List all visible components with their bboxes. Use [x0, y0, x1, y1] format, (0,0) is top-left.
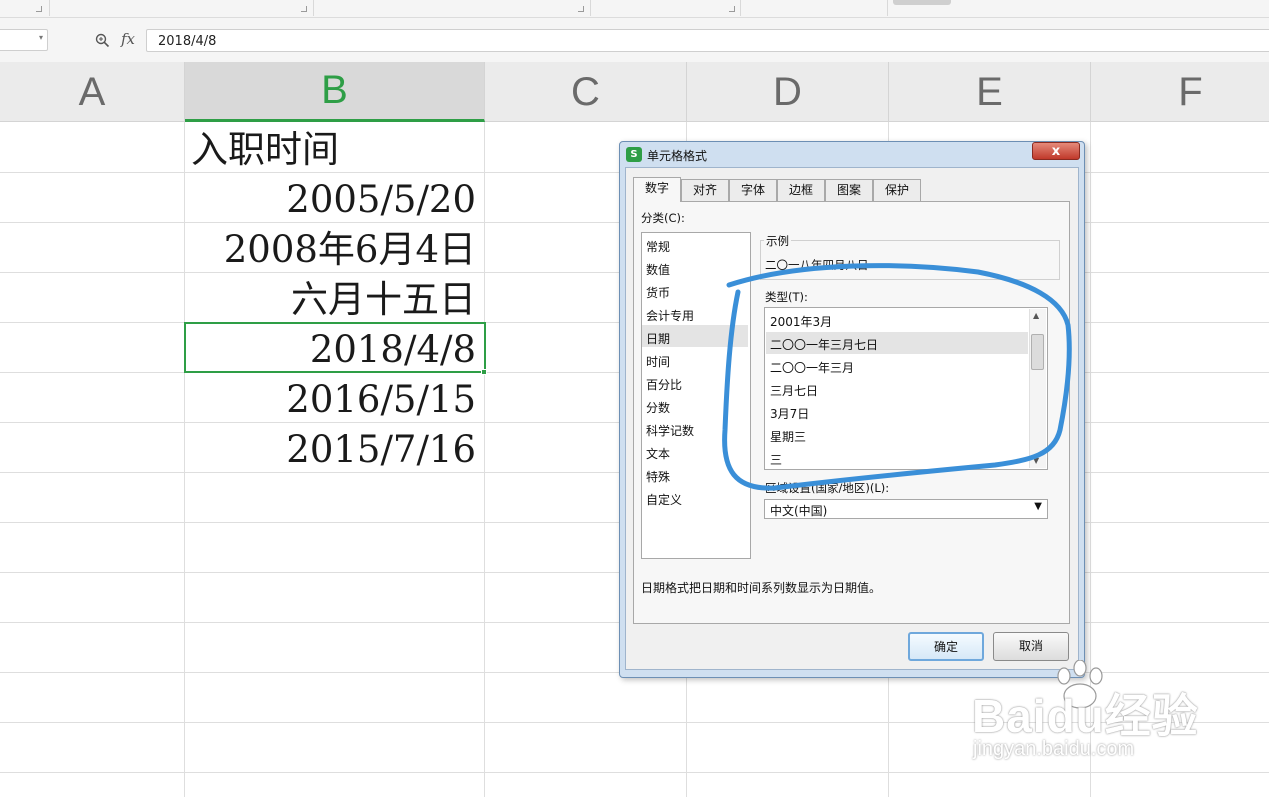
cell-b2[interactable]: 2005/5/20 — [286, 175, 476, 225]
type-item[interactable]: 星期三 — [770, 428, 806, 445]
type-item[interactable]: 3月7日 — [770, 405, 809, 422]
dialog-title: 单元格格式 — [647, 149, 708, 163]
scrollbar-thumb[interactable] — [1031, 334, 1044, 370]
ok-button[interactable]: 确定 — [908, 632, 984, 661]
tab-border[interactable]: 边框 — [777, 179, 825, 201]
ribbon-group-launcher[interactable] — [578, 6, 584, 12]
category-item[interactable]: 科学记数 — [646, 422, 694, 439]
zoom-icon[interactable] — [95, 33, 110, 48]
ribbon-divider — [740, 0, 741, 16]
scroll-up-icon[interactable]: ▲ — [1033, 311, 1039, 320]
sample-value: 二〇一八年四月八日 — [765, 258, 869, 272]
grid-line — [484, 122, 485, 797]
type-item-selected[interactable]: 二〇〇一年三月七日 — [770, 336, 878, 353]
grid-line — [0, 772, 1269, 773]
column-header-d[interactable]: D — [687, 62, 889, 122]
scroll-down-icon[interactable]: ▼ — [1033, 456, 1039, 465]
column-header-a[interactable]: A — [0, 62, 185, 122]
tab-font[interactable]: 字体 — [729, 179, 777, 201]
tab-protection[interactable]: 保护 — [873, 179, 921, 201]
tab-number[interactable]: 数字 — [633, 177, 681, 202]
close-button[interactable]: x — [1032, 142, 1080, 160]
ribbon-divider — [313, 0, 314, 16]
format-description: 日期格式把日期和时间系列数显示为日期值。 — [641, 581, 882, 595]
type-item[interactable]: 2001年3月 — [770, 313, 832, 330]
ribbon-divider — [590, 0, 591, 16]
type-label: 类型(T): — [765, 290, 808, 304]
chevron-down-icon[interactable]: ▾ — [39, 33, 43, 42]
watermark-brand: Baidu经验 — [972, 690, 1199, 742]
watermark-url: jingyan.baidu.com — [973, 738, 1135, 760]
category-item[interactable]: 分数 — [646, 399, 670, 416]
category-label: 分类(C): — [641, 211, 685, 225]
ribbon-strip — [0, 0, 1269, 18]
ribbon-button[interactable] — [893, 0, 951, 5]
region-select-value: 中文(中国) — [770, 504, 828, 518]
ribbon-group-launcher[interactable] — [301, 6, 307, 12]
type-item[interactable]: 三月七日 — [770, 382, 818, 399]
region-label: 区域设置(国家/地区)(L): — [765, 481, 890, 495]
column-header-b[interactable]: B — [185, 62, 485, 122]
cell-b4[interactable]: 六月十五日 — [291, 275, 476, 325]
region-select[interactable]: 中文(中国) ▼ — [764, 499, 1048, 519]
category-list[interactable] — [641, 232, 751, 559]
column-header-f[interactable]: F — [1091, 62, 1269, 122]
cell-b6[interactable]: 2016/5/15 — [286, 375, 476, 425]
category-item[interactable]: 特殊 — [646, 468, 670, 485]
category-item-selected[interactable]: 日期 — [646, 330, 670, 347]
cell-b1[interactable]: 入职时间 — [191, 125, 339, 175]
column-header-e[interactable]: E — [889, 62, 1091, 122]
category-item[interactable]: 货币 — [646, 284, 670, 301]
ribbon-group-launcher[interactable] — [36, 6, 42, 12]
cancel-button[interactable]: 取消 — [993, 632, 1069, 661]
ribbon-divider — [887, 0, 888, 16]
category-item[interactable]: 百分比 — [646, 376, 682, 393]
cell-b7[interactable]: 2015/7/16 — [286, 425, 476, 475]
grid-line — [184, 122, 185, 797]
type-item[interactable]: 二〇〇一年三月 — [770, 359, 854, 376]
type-item[interactable]: 三 — [770, 451, 782, 468]
category-item[interactable]: 自定义 — [646, 491, 682, 508]
function-icon[interactable]: fx — [121, 30, 135, 48]
tab-pattern[interactable]: 图案 — [825, 179, 873, 201]
formula-input[interactable]: 2018/4/8 — [146, 29, 1269, 52]
name-box[interactable]: ▾ — [0, 29, 48, 51]
watermark: Baidu经验 jingyan.baidu.com — [970, 660, 1210, 770]
app-logo-icon: S — [626, 147, 642, 162]
category-item[interactable]: 常规 — [646, 238, 670, 255]
category-item[interactable]: 数值 — [646, 261, 670, 278]
ribbon-group-launcher[interactable] — [729, 6, 735, 12]
column-header-c[interactable]: C — [485, 62, 687, 122]
column-headers: A B C D E F — [0, 62, 1269, 122]
chevron-down-icon[interactable]: ▼ — [1034, 501, 1042, 512]
cell-b3[interactable]: 2008年6月4日 — [224, 225, 476, 275]
sample-label: 示例 — [764, 233, 791, 249]
tab-alignment[interactable]: 对齐 — [681, 179, 729, 201]
type-list-scrollbar[interactable] — [1029, 309, 1046, 468]
category-item[interactable]: 会计专用 — [646, 307, 694, 324]
active-cell-border — [184, 322, 486, 373]
category-item[interactable]: 时间 — [646, 353, 670, 370]
fill-handle[interactable] — [481, 369, 487, 375]
ribbon-divider — [49, 0, 50, 16]
category-item[interactable]: 文本 — [646, 445, 670, 462]
